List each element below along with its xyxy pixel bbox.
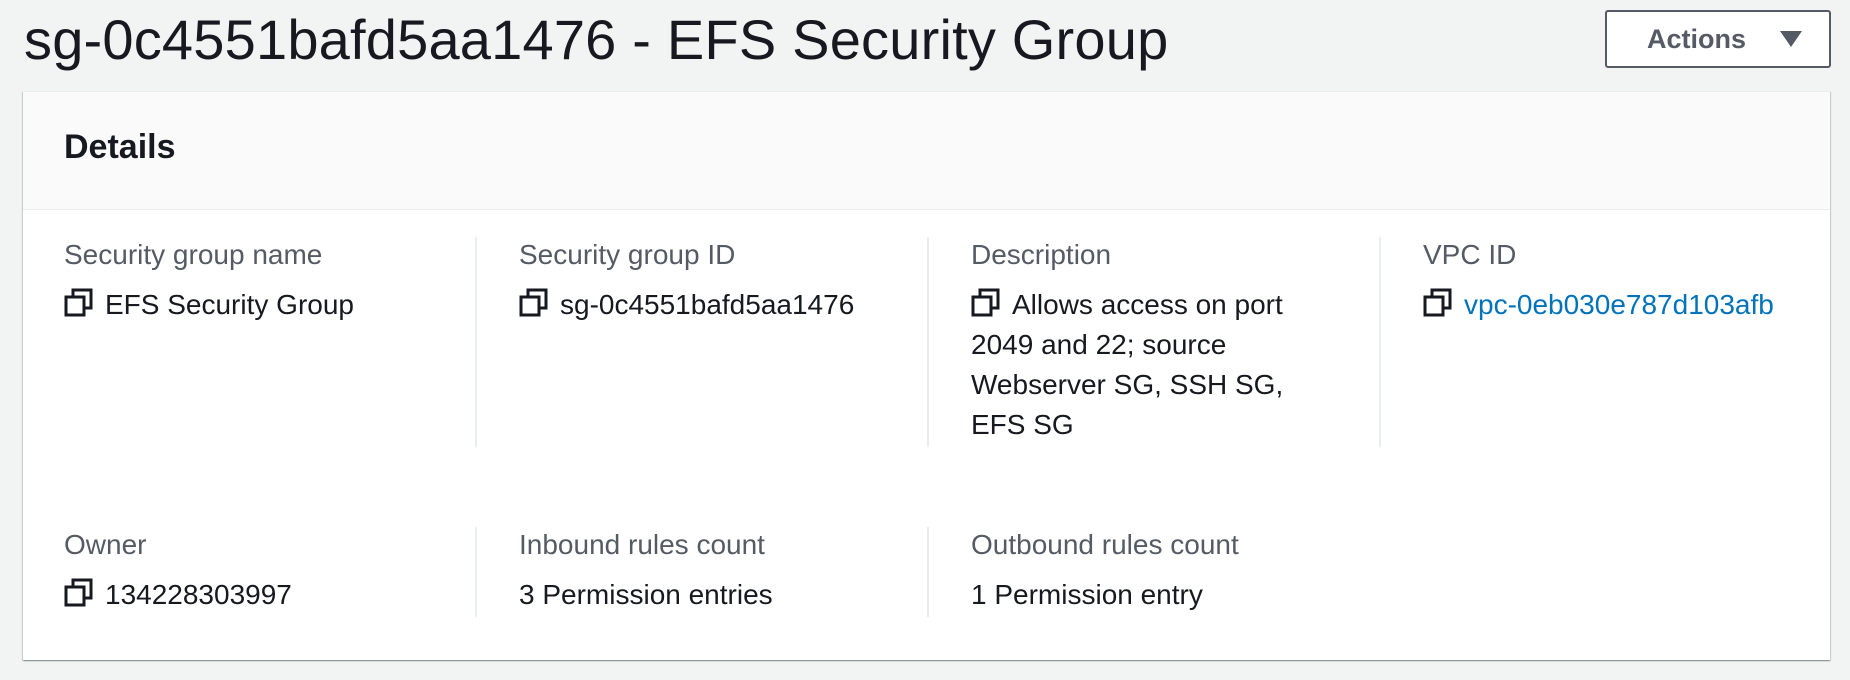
field-label: Description (971, 239, 1112, 270)
copy-icon[interactable] (1423, 288, 1453, 318)
security-group-id-value: sg-0c4551bafd5aa1476 (560, 289, 855, 320)
field-value: EFS Security Group (64, 285, 464, 325)
caret-down-icon (1780, 31, 1803, 47)
field-label: Security group ID (519, 239, 736, 270)
field-inbound-rules-count: Inbound rules count 3 Permission entries (475, 527, 915, 617)
copy-icon[interactable] (64, 288, 94, 318)
inbound-rules-count-value: 3 Permission entries (519, 579, 773, 610)
vpc-id-link[interactable]: vpc-0eb030e787d103afb (1464, 289, 1774, 320)
outbound-rules-count-value: 1 Permission entry (971, 579, 1203, 610)
field-description: Description Allows access on port 2049 a… (927, 237, 1367, 447)
security-group-name-value: EFS Security Group (105, 289, 354, 320)
panel-title: Details (64, 128, 176, 166)
field-value: vpc-0eb030e787d103afb (1423, 285, 1819, 325)
actions-button-label: Actions (1647, 23, 1747, 54)
copy-icon[interactable] (971, 288, 1001, 318)
field-value: 134228303997 (64, 575, 464, 615)
copy-icon[interactable] (64, 578, 94, 608)
field-vpc-id: VPC ID vpc-0eb030e787d103afb (1379, 237, 1819, 447)
details-panel: Details Security group name EFS Security… (23, 91, 1830, 660)
field-owner: Owner 134228303997 (64, 527, 464, 617)
copy-icon[interactable] (519, 288, 549, 318)
field-label: Owner (64, 529, 147, 560)
field-outbound-rules-count: Outbound rules count 1 Permission entry (927, 527, 1367, 617)
field-label: Security group name (64, 239, 323, 270)
panel-header: Details (23, 92, 1830, 210)
field-security-group-name: Security group name EFS Security Group (64, 237, 464, 447)
actions-button[interactable]: Actions (1605, 10, 1831, 68)
page-header: sg-0c4551bafd5aa1476 - EFS Security Grou… (0, 0, 1850, 90)
description-value: Allows access on port 2049 and 22; sourc… (971, 289, 1284, 440)
field-label: Inbound rules count (519, 529, 765, 560)
field-value: Allows access on port 2049 and 22; sourc… (971, 285, 1343, 445)
owner-value: 134228303997 (105, 579, 292, 610)
field-security-group-id: Security group ID sg-0c4551bafd5aa1476 (475, 237, 915, 447)
field-value: sg-0c4551bafd5aa1476 (519, 285, 915, 325)
field-label: VPC ID (1423, 239, 1517, 270)
field-label: Outbound rules count (971, 529, 1239, 560)
page-title: sg-0c4551bafd5aa1476 - EFS Security Grou… (24, 8, 1169, 71)
